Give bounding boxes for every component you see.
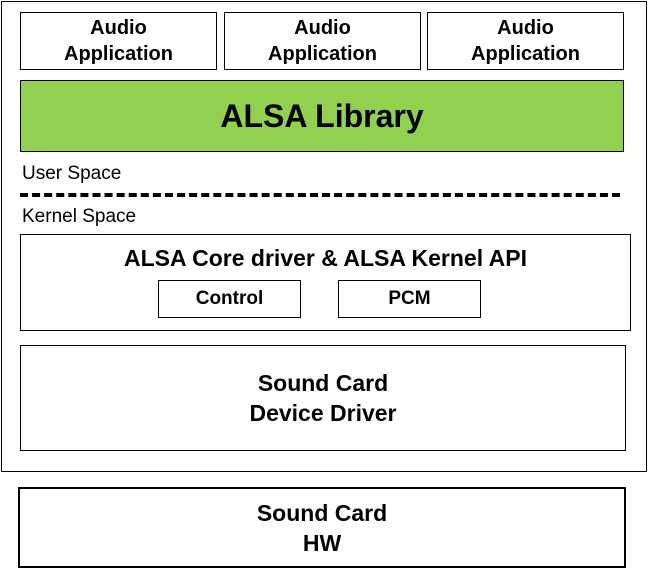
audio-application-box-3: Audio Application	[427, 12, 624, 70]
user-kernel-boundary-line	[20, 193, 620, 197]
audio-application-box-2: Audio Application	[224, 12, 421, 70]
sound-card-device-driver-box: Sound Card Device Driver	[20, 345, 626, 451]
audio-application-label: Audio Application	[268, 17, 377, 65]
pcm-module-label: PCM	[388, 288, 431, 309]
kernel-space-label: Kernel Space	[22, 206, 137, 227]
control-module-label: Control	[195, 288, 264, 309]
sound-card-hw-label: Sound Card HW	[256, 499, 388, 556]
alsa-core-title: ALSA Core driver & ALSA Kernel API	[123, 245, 527, 271]
alsa-core-driver-box: ALSA Core driver & ALSA Kernel API Contr…	[20, 234, 631, 331]
pcm-module-box: PCM	[338, 280, 481, 318]
alsa-library-label: ALSA Library	[220, 97, 424, 134]
control-module-box: Control	[158, 280, 301, 318]
device-driver-label: Sound Card Device Driver	[249, 370, 397, 426]
user-space-label: User Space	[22, 163, 122, 184]
sound-card-hw-box: Sound Card HW	[18, 487, 626, 568]
audio-application-label: Audio Application	[471, 17, 580, 65]
audio-application-label: Audio Application	[64, 17, 173, 65]
audio-application-box-1: Audio Application	[20, 12, 217, 70]
alsa-library-box: ALSA Library	[20, 80, 624, 152]
